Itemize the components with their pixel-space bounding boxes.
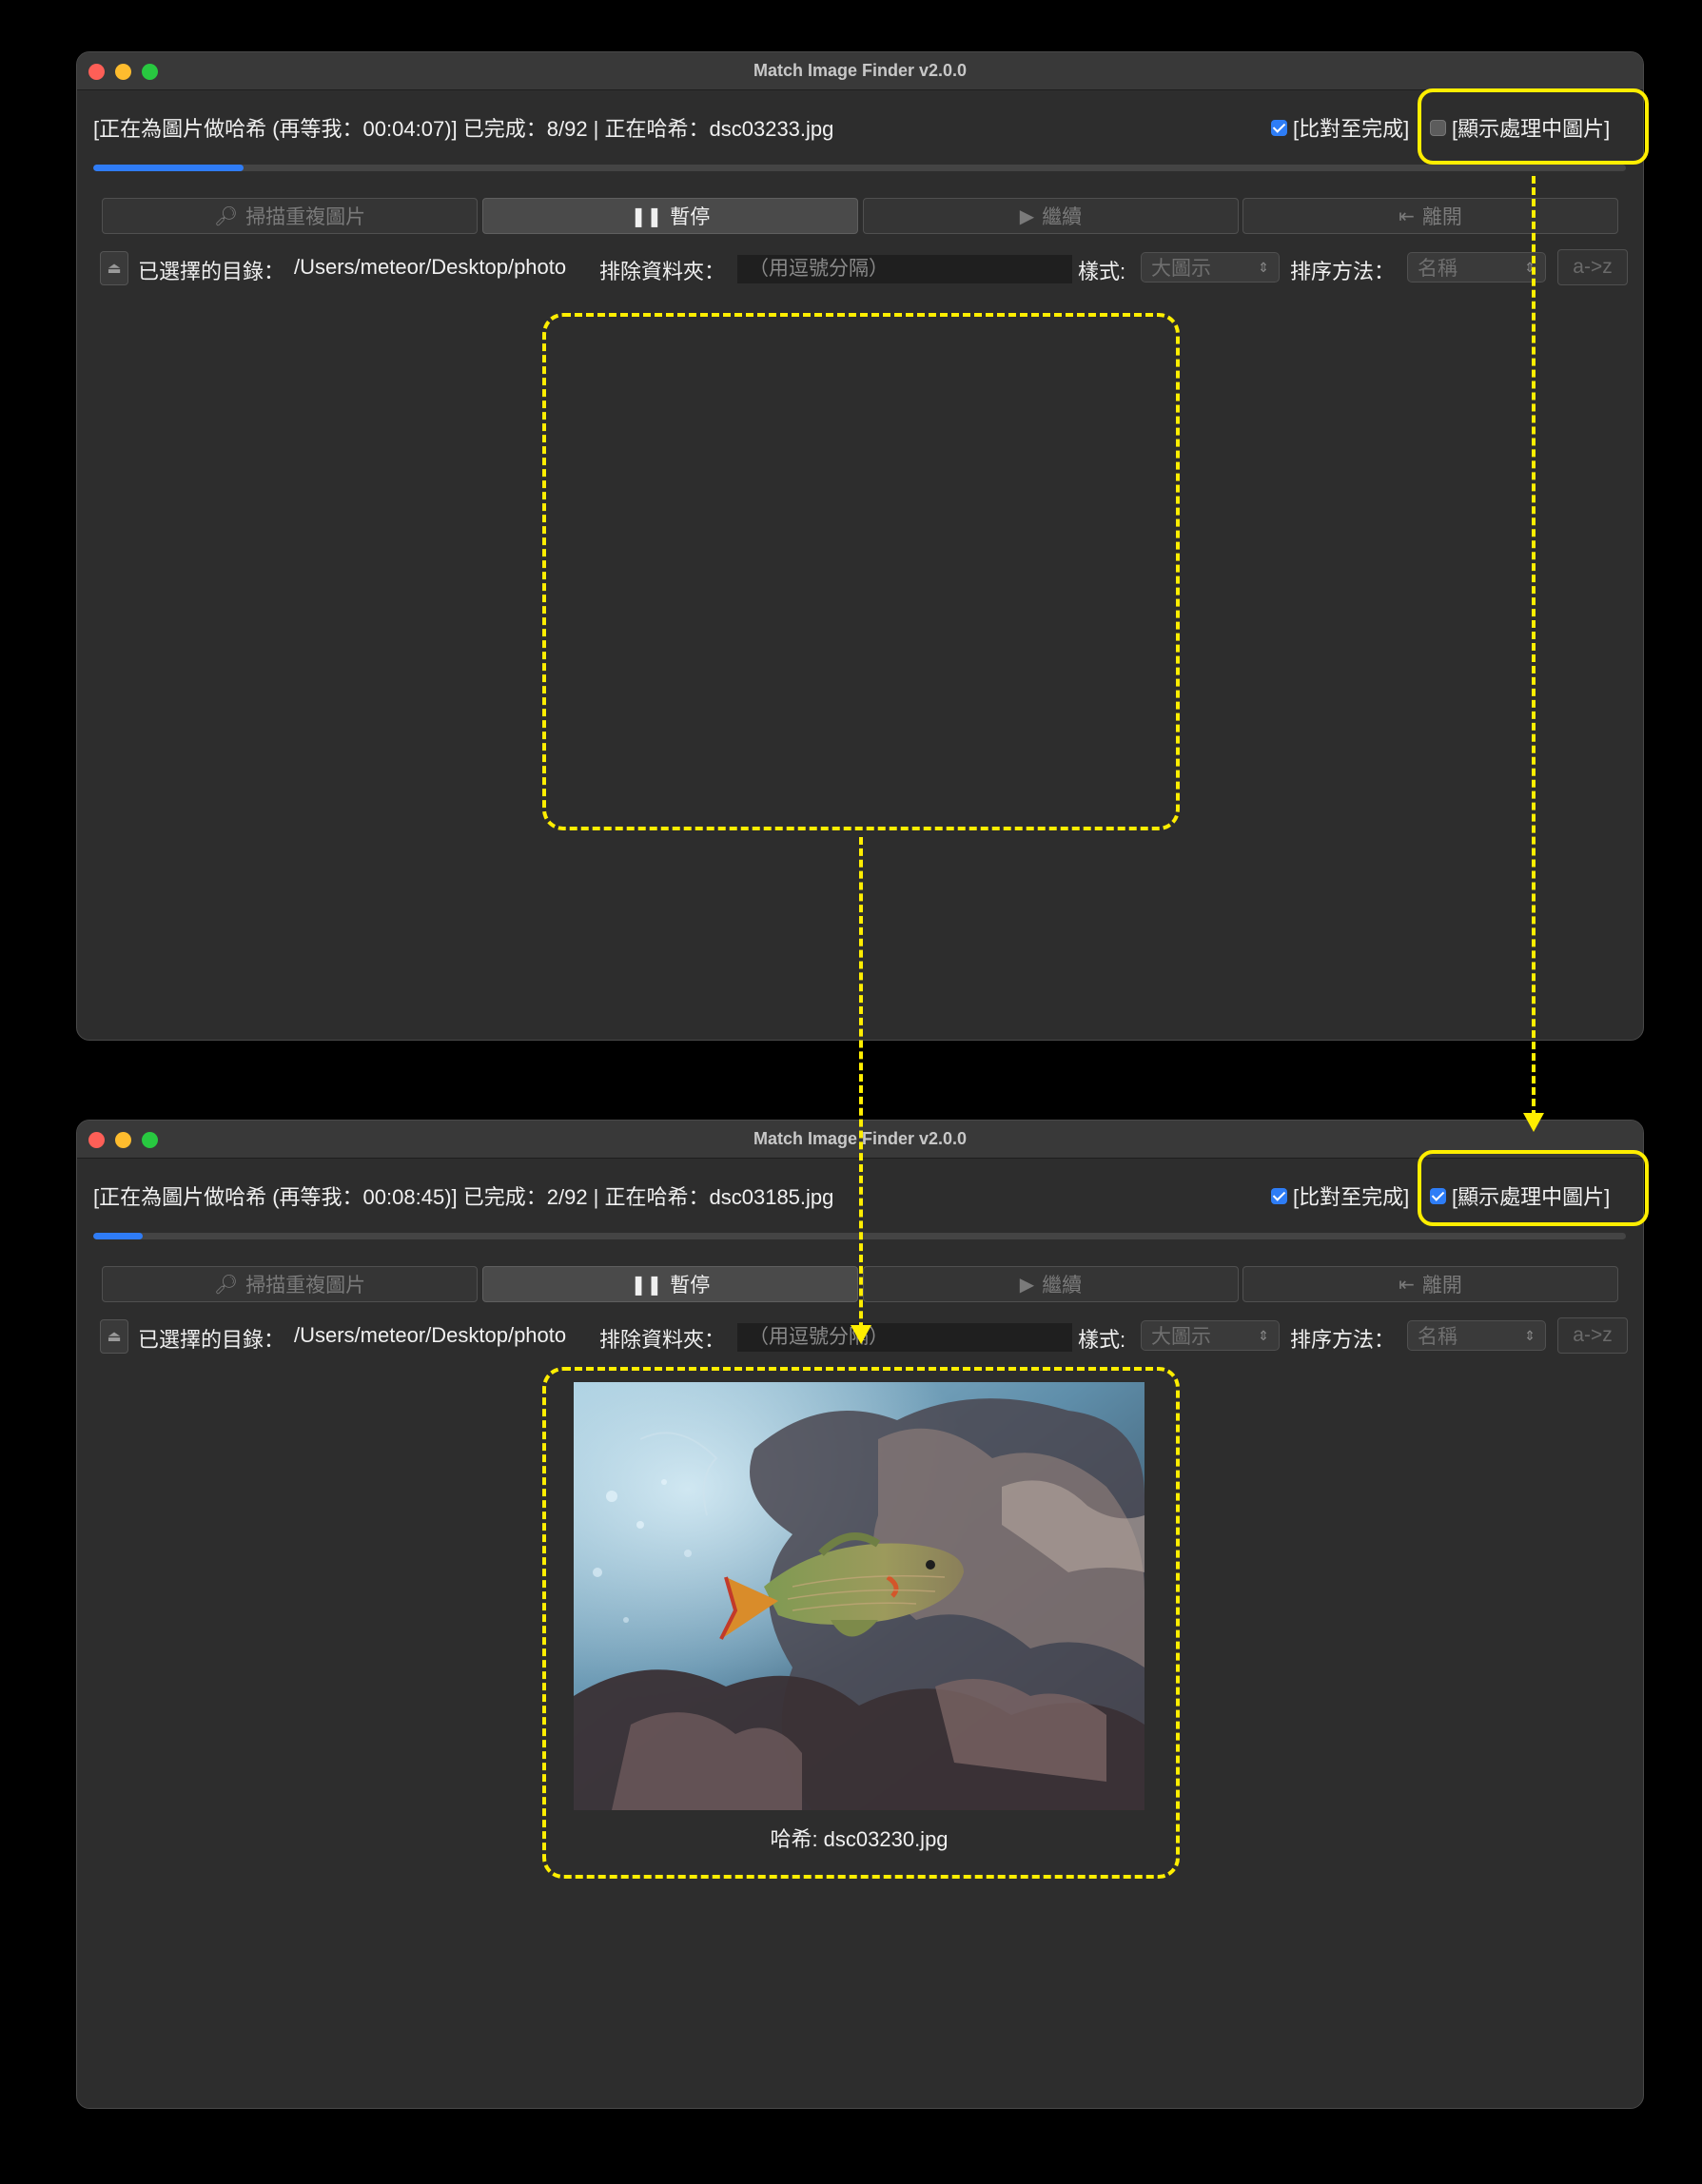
resume-label: 繼續 bbox=[1042, 1275, 1083, 1297]
highlight-box-show-checkbox-after bbox=[1418, 1150, 1649, 1226]
connector-line-center bbox=[859, 837, 863, 1341]
sort-order-button[interactable]: a->z bbox=[1557, 1317, 1628, 1354]
exit-button[interactable]: ⇤ 離開 bbox=[1242, 198, 1618, 234]
style-label: 樣式: bbox=[1078, 1328, 1126, 1352]
compare-to-finish-checkbox[interactable]: [比對至完成] bbox=[1271, 112, 1409, 143]
resume-button[interactable]: ▶ 繼續 bbox=[863, 198, 1239, 234]
exit-button[interactable]: ⇤ 離開 bbox=[1242, 1266, 1618, 1302]
pause-icon: ❚❚ bbox=[630, 205, 663, 227]
resume-label: 繼續 bbox=[1042, 206, 1083, 228]
style-select[interactable]: 大圖示 ⇕ bbox=[1141, 252, 1280, 283]
sort-method-select[interactable]: 名稱 ⇕ bbox=[1407, 1320, 1546, 1351]
sort-order-button[interactable]: a->z bbox=[1557, 249, 1628, 285]
magnifier-icon: 🔎︎ bbox=[213, 205, 239, 227]
sort-method-label: 排序方法： bbox=[1290, 260, 1396, 283]
exit-icon: ⇤ bbox=[1399, 1274, 1415, 1296]
magnifier-icon: 🔎︎ bbox=[213, 1274, 239, 1296]
title-bar: Match Image Finder v2.0.0 bbox=[77, 52, 1643, 90]
exit-icon: ⇤ bbox=[1399, 205, 1415, 227]
progress-fill bbox=[93, 1233, 143, 1239]
sort-method-label: 排序方法： bbox=[1290, 1328, 1396, 1352]
scan-duplicates-button[interactable]: 🔎︎ 掃描重複圖片 bbox=[102, 1266, 478, 1302]
checkbox-checked-icon[interactable] bbox=[1271, 1187, 1287, 1204]
highlight-box-filled-preview bbox=[542, 1367, 1180, 1879]
eject-icon[interactable]: ⏏ bbox=[100, 1319, 128, 1354]
style-label: 樣式: bbox=[1078, 260, 1126, 283]
progress-fill bbox=[93, 165, 244, 171]
updown-chevron-icon: ⇕ bbox=[1258, 259, 1269, 275]
options-row: ⏏ 已選擇的目錄： /Users/meteor/Desktop/photo 排除… bbox=[77, 249, 1643, 285]
pause-button[interactable]: ❚❚ 暫停 bbox=[482, 1266, 858, 1302]
style-select-value: 大圖示 bbox=[1151, 258, 1211, 280]
status-text: [正在為圖片做哈希 (再等我：00:08:45)] 已完成：2/92 | 正在哈… bbox=[93, 1185, 834, 1209]
selected-directory-label: 已選擇的目錄： bbox=[138, 260, 285, 283]
compare-to-finish-label: [比對至完成] bbox=[1293, 1185, 1410, 1209]
style-select-value: 大圖示 bbox=[1151, 1326, 1211, 1348]
progress-bar bbox=[93, 165, 1626, 171]
updown-chevron-icon: ⇕ bbox=[1258, 1327, 1269, 1343]
checkbox-checked-icon[interactable] bbox=[1271, 119, 1287, 136]
pause-icon: ❚❚ bbox=[630, 1274, 663, 1296]
compare-to-finish-checkbox[interactable]: [比對至完成] bbox=[1271, 1180, 1409, 1211]
arrow-down-icon bbox=[851, 1325, 871, 1344]
highlight-box-show-checkbox-before bbox=[1418, 88, 1649, 165]
connector-line-right bbox=[1532, 176, 1536, 1118]
selected-directory-value: /Users/meteor/Desktop/photo bbox=[294, 255, 567, 279]
updown-chevron-icon: ⇕ bbox=[1524, 1327, 1536, 1343]
exclude-folders-input[interactable] bbox=[737, 255, 1072, 283]
resume-button[interactable]: ▶ 繼續 bbox=[863, 1266, 1239, 1302]
pause-label: 暫停 bbox=[670, 1275, 711, 1297]
exit-label: 離開 bbox=[1421, 206, 1462, 228]
play-icon: ▶ bbox=[1019, 205, 1035, 227]
exclude-folders-label: 排除資料夾： bbox=[599, 1328, 726, 1352]
arrow-down-icon bbox=[1523, 1113, 1544, 1132]
exit-label: 離開 bbox=[1421, 1275, 1462, 1297]
exclude-folders-input[interactable] bbox=[737, 1323, 1072, 1352]
selected-directory-value: /Users/meteor/Desktop/photo bbox=[294, 1323, 567, 1347]
highlight-box-empty-preview bbox=[542, 313, 1180, 830]
exclude-folders-label: 排除資料夾： bbox=[599, 260, 726, 283]
play-icon: ▶ bbox=[1019, 1274, 1035, 1296]
scan-duplicates-label: 掃描重複圖片 bbox=[245, 1275, 366, 1297]
eject-icon[interactable]: ⏏ bbox=[100, 251, 128, 285]
scan-duplicates-button[interactable]: 🔎︎ 掃描重複圖片 bbox=[102, 198, 478, 234]
sort-method-select-value: 名稱 bbox=[1418, 1326, 1457, 1348]
status-text: [正在為圖片做哈希 (再等我：00:04:07)] 已完成：8/92 | 正在哈… bbox=[93, 117, 834, 141]
sort-method-select[interactable]: 名稱 ⇕ bbox=[1407, 252, 1546, 283]
selected-directory-label: 已選擇的目錄： bbox=[138, 1328, 285, 1352]
window-title: Match Image Finder v2.0.0 bbox=[753, 61, 968, 80]
sort-method-select-value: 名稱 bbox=[1418, 258, 1457, 280]
scan-duplicates-label: 掃描重複圖片 bbox=[245, 206, 366, 228]
pause-label: 暫停 bbox=[670, 206, 711, 228]
style-select[interactable]: 大圖示 ⇕ bbox=[1141, 1320, 1280, 1351]
compare-to-finish-label: [比對至完成] bbox=[1293, 117, 1410, 141]
pause-button[interactable]: ❚❚ 暫停 bbox=[482, 198, 858, 234]
